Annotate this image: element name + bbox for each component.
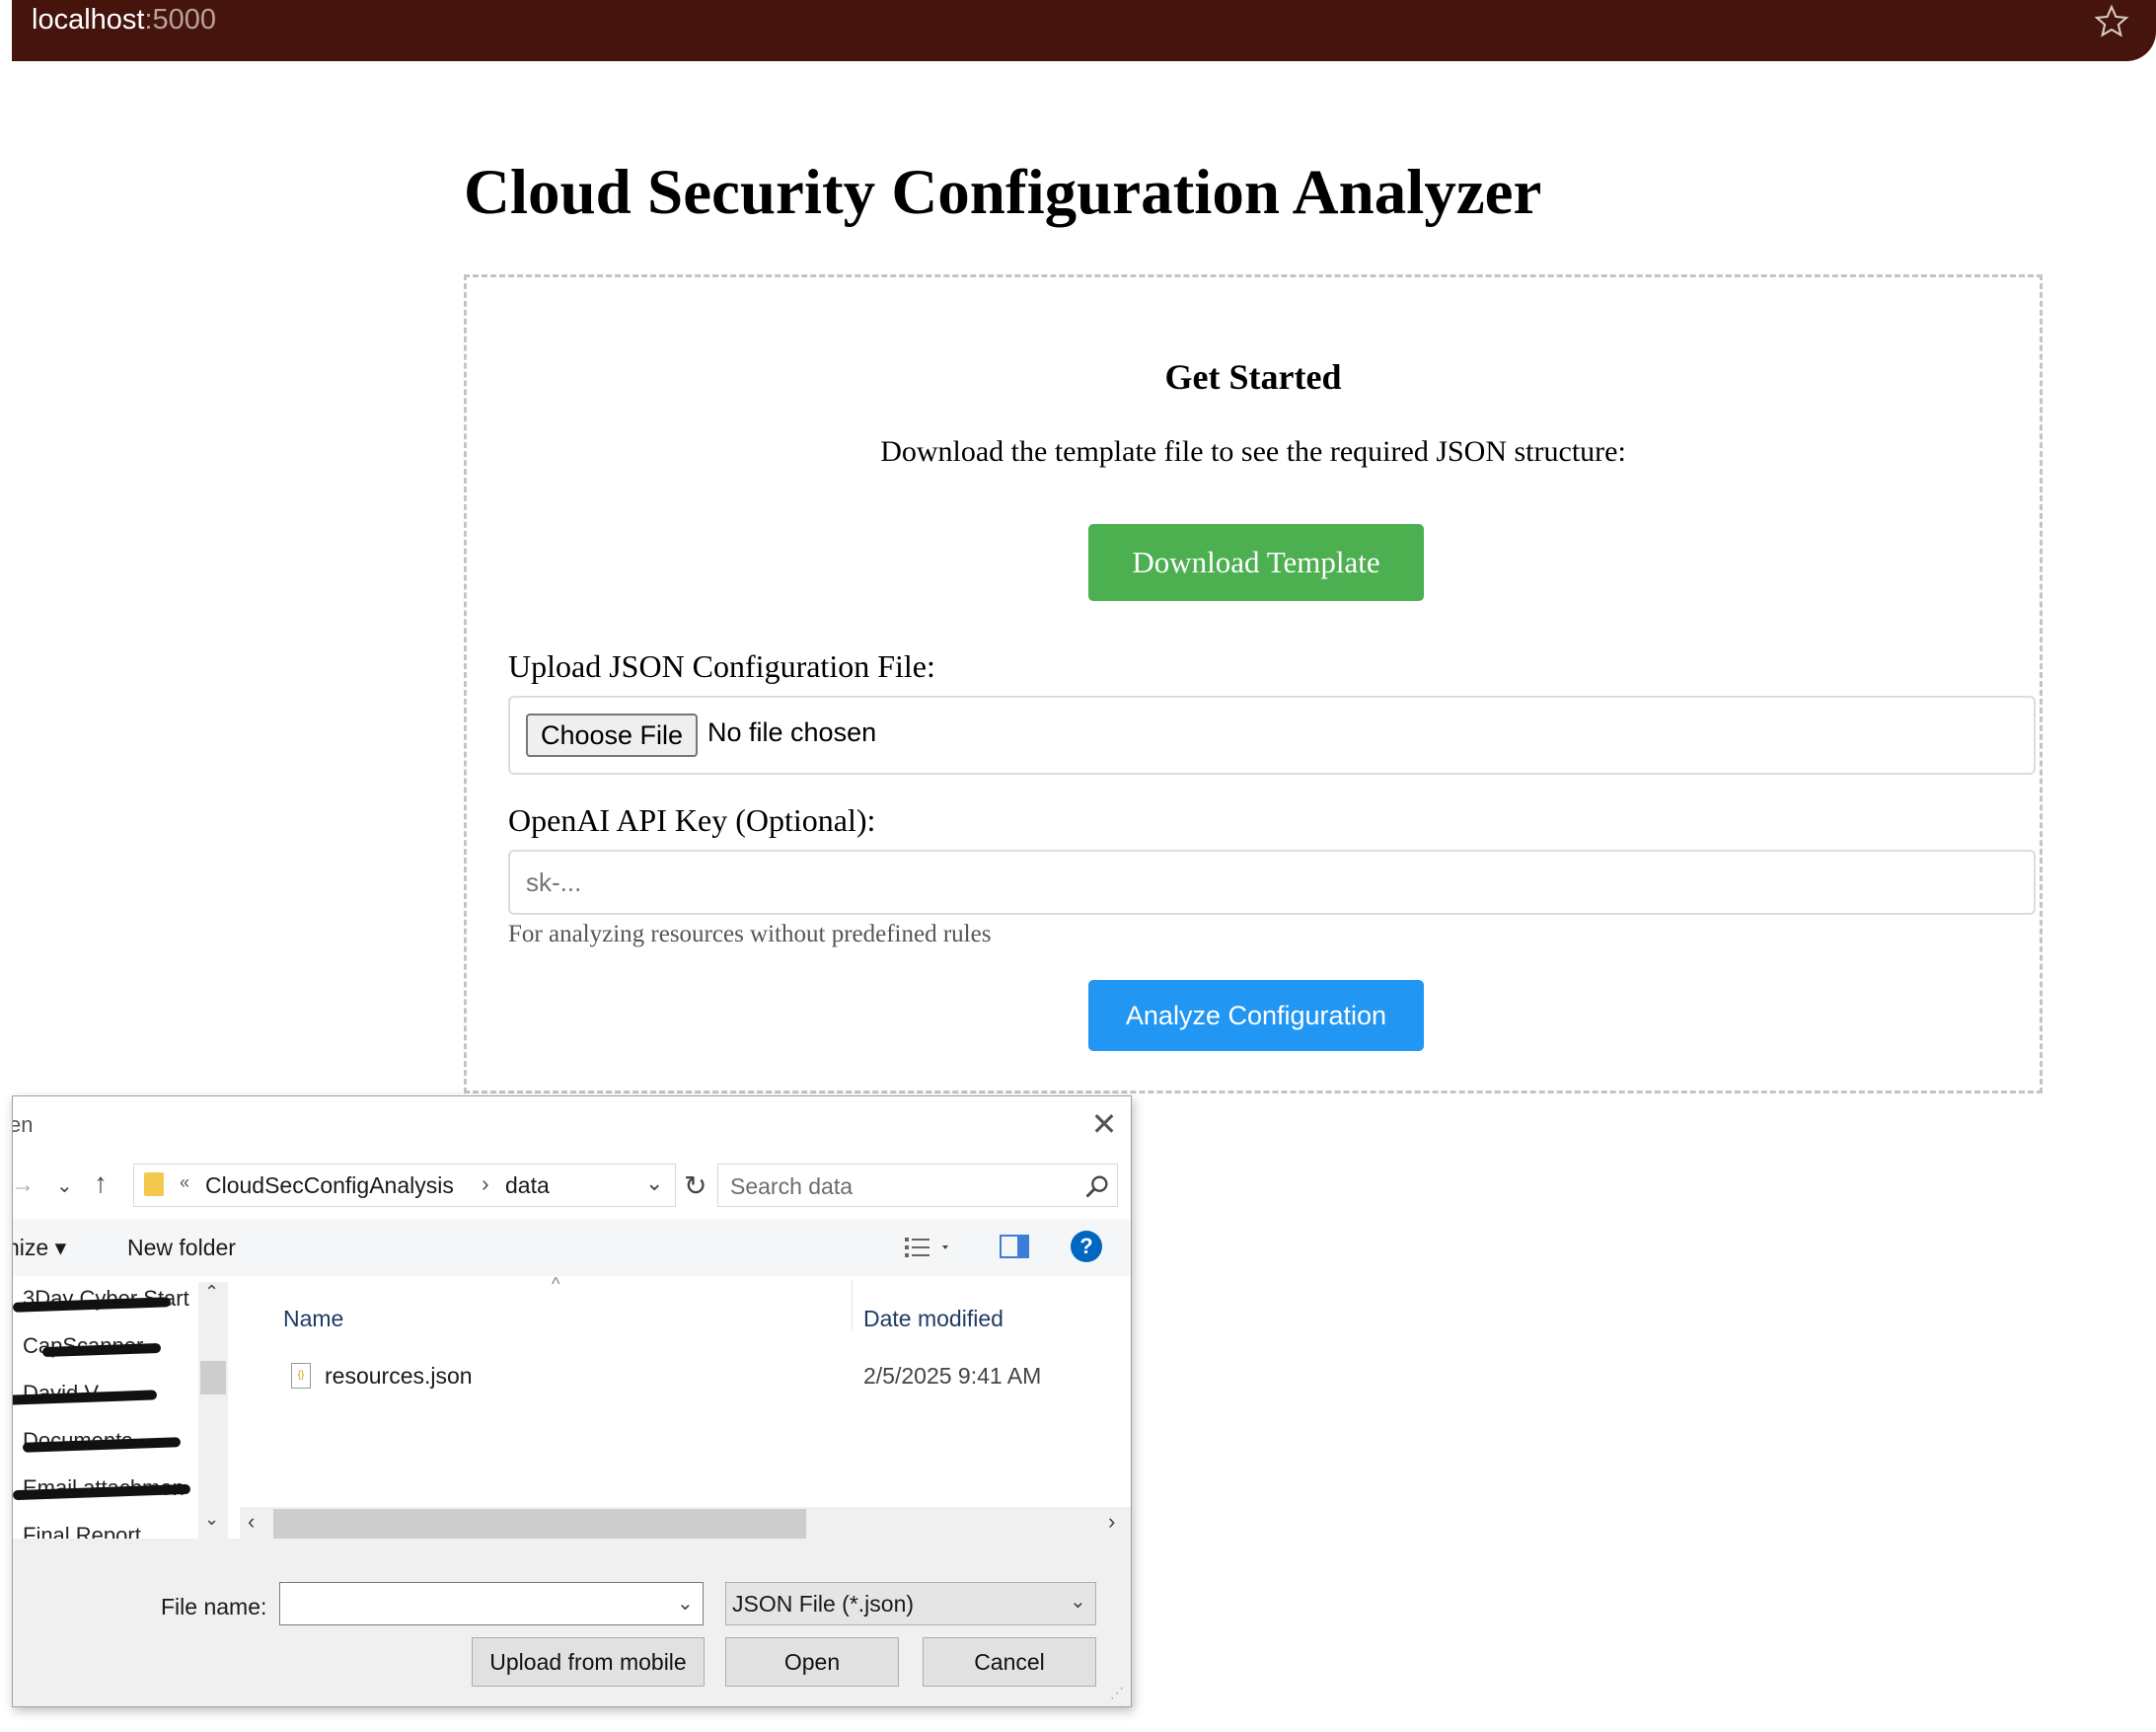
file-type-select[interactable]: JSON File (*.json) ⌄	[725, 1582, 1096, 1625]
file-upload-field[interactable]: Choose File No file chosen	[508, 696, 2036, 775]
path-segment-project[interactable]: CloudSecConfigAnalysis	[205, 1172, 454, 1199]
file-name-label: File name:	[161, 1594, 267, 1619]
download-template-button[interactable]: Download Template	[1088, 524, 1424, 601]
file-name-input[interactable]: ⌄	[279, 1582, 704, 1625]
horizontal-scrollbar[interactable]: ‹ ›	[240, 1507, 1131, 1541]
scroll-up-icon[interactable]: ⌃	[204, 1282, 219, 1303]
path-segment-data[interactable]: data	[505, 1172, 550, 1199]
search-input[interactable]: Search data	[717, 1164, 1118, 1207]
chevron-down-icon[interactable]: ⌄	[677, 1591, 694, 1616]
scroll-left-icon[interactable]: ‹	[248, 1509, 255, 1535]
browser-address-bar: localhost:5000	[0, 0, 2156, 61]
api-key-label: OpenAI API Key (Optional):	[508, 802, 876, 838]
file-name-cell[interactable]: resources.json	[325, 1363, 473, 1390]
search-placeholder: Search data	[730, 1173, 854, 1199]
chevron-right-icon[interactable]: ›	[482, 1170, 489, 1197]
organize-menu[interactable]: nize ▾	[13, 1235, 66, 1261]
json-file-icon: {}	[291, 1363, 311, 1389]
file-status: No file chosen	[707, 717, 877, 747]
get-started-heading: Get Started	[1164, 357, 1342, 397]
api-key-input[interactable]	[508, 850, 2036, 915]
scroll-down-icon[interactable]: ⌄	[204, 1509, 219, 1530]
file-date-cell: 2/5/2025 9:41 AM	[863, 1363, 1042, 1389]
path-dropdown-icon[interactable]: ⌄	[645, 1170, 663, 1196]
column-header-date[interactable]: Date modified	[863, 1306, 1004, 1332]
path-overflow[interactable]: «	[180, 1172, 189, 1193]
url-host: localhost	[32, 4, 145, 36]
analyze-configuration-button[interactable]: Analyze Configuration	[1088, 980, 1424, 1051]
search-icon[interactable]	[1083, 1172, 1111, 1200]
scroll-right-icon[interactable]: ›	[1108, 1509, 1115, 1535]
dialog-title: en	[13, 1112, 34, 1137]
preview-pane-icon[interactable]	[1000, 1235, 1029, 1258]
address-bar-background[interactable]: localhost:5000	[12, 0, 2156, 61]
up-arrow-icon[interactable]: ↑	[94, 1167, 108, 1199]
star-icon[interactable]	[2094, 4, 2129, 39]
column-divider[interactable]	[852, 1280, 853, 1329]
api-key-help: For analyzing resources without predefin…	[508, 921, 992, 947]
new-folder-button[interactable]: New folder	[127, 1235, 236, 1261]
resize-grip-icon[interactable]: ⋰	[1110, 1685, 1124, 1701]
url-text[interactable]: localhost:5000	[32, 4, 216, 37]
choose-file-button[interactable]: Choose File	[526, 714, 698, 757]
file-type-value: JSON File (*.json)	[732, 1591, 915, 1617]
nav-scroll-thumb[interactable]	[200, 1361, 226, 1394]
file-open-dialog: en ✕ → ⌄ ↑ « CloudSecConfigAnalysis › da…	[12, 1095, 1132, 1707]
view-options-icon[interactable]	[903, 1235, 952, 1260]
url-port: :5000	[144, 4, 217, 36]
column-header-name[interactable]: Name	[283, 1306, 343, 1332]
refresh-icon[interactable]: ↻	[684, 1169, 706, 1202]
help-icon[interactable]: ?	[1071, 1231, 1102, 1262]
cancel-button[interactable]: Cancel	[923, 1637, 1096, 1687]
address-path[interactable]: « CloudSecConfigAnalysis › data ⌄	[133, 1164, 676, 1207]
open-button[interactable]: Open	[725, 1637, 899, 1687]
nav-scrollbar[interactable]: ⌃ ⌄	[198, 1282, 228, 1539]
horizontal-scroll-thumb[interactable]	[273, 1509, 806, 1539]
upload-from-mobile-button[interactable]: Upload from mobile	[472, 1637, 705, 1687]
template-description: Download the template file to see the re…	[880, 435, 1626, 468]
dialog-footer: File name: ⌄ JSON File (*.json) ⌄ Upload…	[13, 1539, 1131, 1706]
chevron-down-icon[interactable]: ⌄	[56, 1173, 73, 1198]
folder-icon	[144, 1172, 164, 1196]
sort-caret-icon: ^	[552, 1274, 560, 1294]
dialog-toolbar: nize ▾ New folder ?	[13, 1219, 1131, 1276]
get-started-card: Get Started Download the template file t…	[464, 274, 2043, 1093]
close-icon[interactable]: ✕	[1084, 1104, 1124, 1144]
chevron-down-icon[interactable]: ⌄	[1070, 1589, 1086, 1614]
forward-arrow-icon[interactable]: →	[13, 1171, 35, 1199]
upload-label: Upload JSON Configuration File:	[508, 648, 935, 684]
page-title: Cloud Security Configuration Analyzer	[464, 157, 1542, 228]
navigation-pane: 3Day Cyber Start CapScanner David V Docu…	[13, 1282, 230, 1547]
